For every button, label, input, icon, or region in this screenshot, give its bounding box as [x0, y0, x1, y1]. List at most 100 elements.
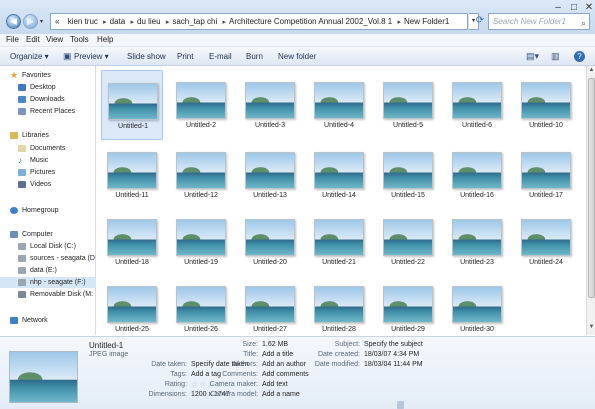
breadcrumb-kien-truc[interactable]: kien truc [68, 17, 98, 26]
file-item[interactable]: Untitled-16 [446, 140, 508, 210]
help-icon[interactable]: ? [574, 51, 585, 62]
minimize-button[interactable]: – [551, 3, 565, 13]
print-button[interactable]: Print [177, 52, 193, 61]
breadcrumb-data[interactable]: data [110, 17, 126, 26]
preview-button[interactable]: Preview ▾ [74, 52, 109, 61]
breadcrumb-separator[interactable]: ▸ [130, 19, 134, 26]
sidebar-network[interactable]: Network [0, 315, 96, 326]
slideshow-button[interactable]: Slide show [127, 52, 166, 61]
menu-file[interactable]: File [6, 35, 19, 44]
file-item[interactable]: Untitled-15 [377, 140, 439, 210]
breadcrumb-sach-tap-chi[interactable]: sach_tap chi [172, 17, 217, 26]
file-item[interactable]: Untitled-2 [170, 70, 232, 140]
rating-star-icon[interactable]: ☆ [199, 380, 206, 389]
maximize-button[interactable]: □ [567, 3, 581, 13]
search-input[interactable]: Search New Folder1 ⌕ [488, 13, 590, 30]
file-item[interactable]: Untitled-4 [308, 70, 370, 140]
menu-help[interactable]: Help [97, 35, 113, 44]
camera-model-field[interactable]: Add a name [262, 391, 300, 398]
menu-edit[interactable]: Edit [26, 35, 40, 44]
sidebar-libraries[interactable]: Libraries [0, 130, 96, 141]
file-item[interactable]: Untitled-30 [446, 274, 508, 335]
sidebar-item-desktop[interactable]: Desktop [0, 82, 96, 93]
sidebar-item-recent-places[interactable]: Recent Places [0, 106, 96, 117]
sidebar-computer[interactable]: Computer [0, 229, 96, 240]
file-item[interactable]: Untitled-21 [308, 207, 370, 277]
refresh-icon[interactable]: ⟳ [474, 13, 486, 30]
breadcrumb-architecture-competition[interactable]: Architecture Competition Annual 2002_Vol… [229, 17, 392, 26]
views-icon[interactable]: ▤▾ [526, 51, 539, 62]
file-item[interactable]: Untitled-12 [170, 140, 232, 210]
sidebar-item-downloads[interactable]: Downloads [0, 94, 96, 105]
sidebar-item-documents[interactable]: Documents [0, 143, 96, 154]
breadcrumb-du-lieu[interactable]: du lieu [137, 17, 161, 26]
file-item[interactable]: Untitled-22 [377, 207, 439, 277]
sidebar-item-local-disk-c[interactable]: Local Disk (C:) [0, 241, 96, 252]
email-button[interactable]: E-mail [209, 52, 232, 61]
file-item[interactable]: Untitled-29 [377, 274, 439, 335]
scroll-down-icon[interactable]: ▼ [588, 324, 595, 333]
desktop-icon [18, 84, 26, 91]
breadcrumb-separator[interactable]: ▸ [222, 19, 226, 26]
file-item[interactable]: Untitled-19 [170, 207, 232, 277]
sidebar-homegroup[interactable]: Homegroup [0, 205, 96, 216]
file-item[interactable]: Untitled-13 [239, 140, 301, 210]
breadcrumb-separator[interactable]: ▸ [166, 19, 170, 26]
menu-tools[interactable]: Tools [70, 35, 89, 44]
sidebar-favorites[interactable]: ★ Favorites [0, 70, 96, 81]
file-name: Untitled-20 [253, 259, 287, 266]
organize-button[interactable]: Organize ▾ [10, 52, 49, 61]
tags-field[interactable]: Add a tag [191, 371, 221, 378]
sidebar-item-videos[interactable]: Videos [0, 179, 96, 190]
recent-pages-dropdown[interactable]: ▾ [40, 18, 43, 25]
forward-button[interactable]: ▶ [23, 14, 38, 29]
scroll-up-icon[interactable]: ▲ [588, 67, 595, 76]
file-item[interactable]: Untitled-6 [446, 70, 508, 140]
sidebar-item-music[interactable]: ♪ Music [0, 155, 96, 166]
file-item[interactable]: Untitled-11 [101, 140, 163, 210]
sidebar-item-sources-seagata-d[interactable]: sources - seagata (D [0, 253, 96, 264]
file-item[interactable]: Untitled-18 [101, 207, 163, 277]
rating-star-icon[interactable]: ☆ [191, 380, 198, 389]
sidebar-item-removable-disk-m[interactable]: Removable Disk (M: [0, 289, 96, 300]
file-item[interactable]: Untitled-3 [239, 70, 301, 140]
date-taken-label: Date taken: [151, 361, 187, 368]
new-folder-button[interactable]: New folder [278, 52, 316, 61]
file-item[interactable]: Untitled-17 [515, 140, 577, 210]
breadcrumb-new-folder1[interactable]: New Folder1 [404, 17, 449, 26]
back-button[interactable]: ◀ [6, 14, 21, 29]
sidebar-item-pictures[interactable]: Pictures [0, 167, 96, 178]
file-item[interactable]: Untitled-20 [239, 207, 301, 277]
sidebar-item-nhp-seagate-f[interactable]: nhp - seagate (F:) [0, 277, 96, 288]
preview-pane-icon[interactable]: ▥ [551, 51, 560, 62]
scrollbar-thumb[interactable] [588, 78, 595, 298]
burn-button[interactable]: Burn [246, 52, 263, 61]
sidebar-item-data-e[interactable]: data (E:) [0, 265, 96, 276]
file-item[interactable]: Untitled-14 [308, 140, 370, 210]
pane-resize-handle[interactable] [397, 401, 404, 409]
address-bar[interactable]: « kien truc ▸ data ▸ du lieu ▸ sach_tap chi… [50, 13, 468, 30]
file-item[interactable]: Untitled-28 [308, 274, 370, 335]
breadcrumb-separator[interactable]: ▸ [397, 19, 401, 26]
comments-field[interactable]: Add comments [262, 371, 309, 378]
search-icon[interactable]: ⌕ [581, 16, 586, 31]
breadcrumb-separator[interactable]: ▸ [103, 19, 107, 26]
authors-field[interactable]: Add an author [262, 361, 306, 368]
file-item[interactable]: Untitled-25 [101, 274, 163, 335]
image-thumbnail [452, 286, 502, 323]
file-item[interactable]: Untitled-10 [515, 70, 577, 140]
file-item[interactable]: Untitled-27 [239, 274, 301, 335]
menu-view[interactable]: View [46, 35, 63, 44]
close-button[interactable]: ✕ [582, 3, 595, 13]
sidebar-item-label: Pictures [30, 169, 56, 176]
subject-field[interactable]: Specify the subject [364, 341, 423, 348]
file-item[interactable]: Untitled-26 [170, 274, 232, 335]
vertical-scrollbar[interactable]: ▲ ▼ [586, 66, 595, 335]
file-item[interactable]: Untitled-23 [446, 207, 508, 277]
file-item[interactable]: Untitled-24 [515, 207, 577, 277]
title-field[interactable]: Add a title [262, 351, 293, 358]
camera-maker-field[interactable]: Add text [262, 381, 288, 388]
file-item[interactable]: Untitled-5 [377, 70, 439, 140]
file-item[interactable]: Untitled-1 [101, 70, 163, 140]
address-overflow[interactable]: « [55, 17, 59, 26]
